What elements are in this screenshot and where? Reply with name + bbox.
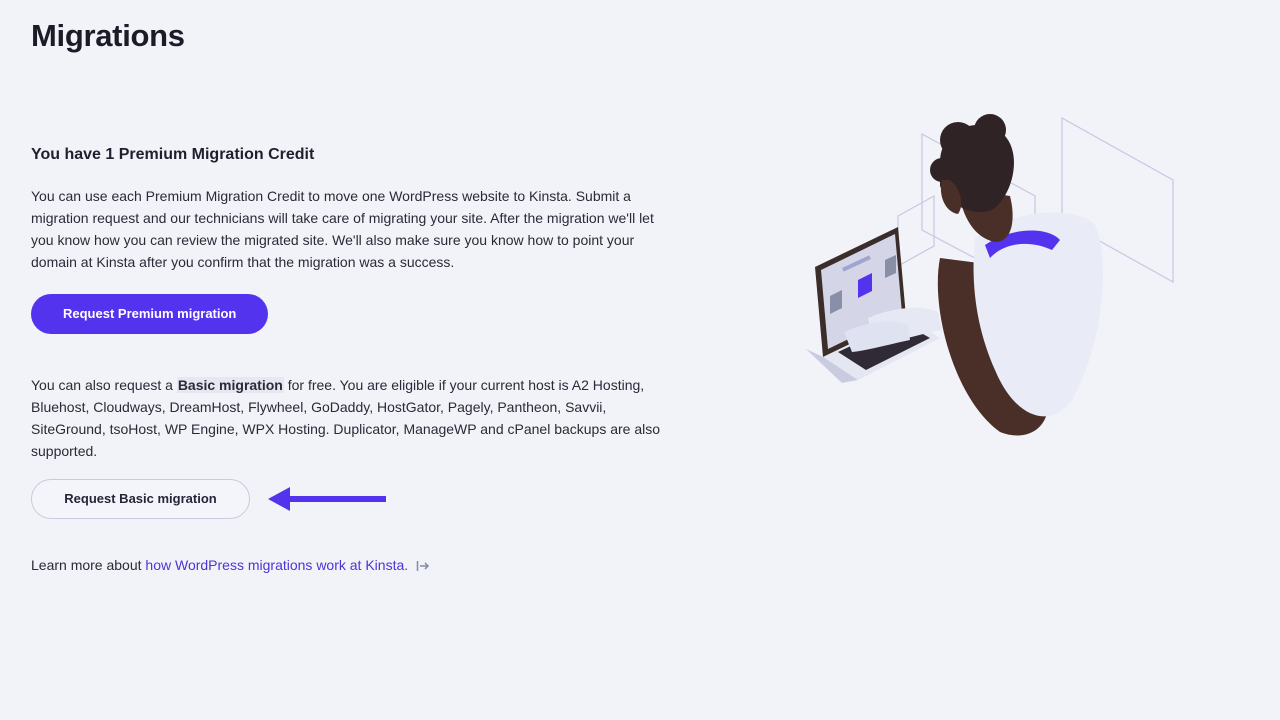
premium-description: You can use each Premium Migration Credi… xyxy=(31,188,654,270)
learn-more-text: Learn more about how WordPress migration… xyxy=(31,554,671,578)
premium-credit-heading: You have 1 Premium Migration Credit xyxy=(31,146,315,163)
laptop xyxy=(806,227,940,383)
basic-migration-description: You can also request a Basic migration f… xyxy=(31,374,671,462)
basic-migration-row: Request Basic migration xyxy=(31,479,671,519)
person-laptop-illustration xyxy=(806,114,1174,436)
migrations-content: You have 1 Premium Migration Credit You … xyxy=(31,140,671,592)
basic-text-before: You can also request a xyxy=(31,377,177,393)
page-title: Migrations xyxy=(31,18,185,53)
left-arrow-icon xyxy=(268,487,386,511)
learn-more-prefix: Learn more about xyxy=(31,557,146,573)
request-basic-migration-button[interactable]: Request Basic migration xyxy=(31,479,250,519)
external-link-icon[interactable] xyxy=(416,556,430,578)
basic-migration-highlight: Basic migration xyxy=(176,377,284,393)
request-premium-migration-button[interactable]: Request Premium migration xyxy=(31,294,269,334)
migrations-docs-link[interactable]: how WordPress migrations work at Kinsta. xyxy=(145,557,408,573)
